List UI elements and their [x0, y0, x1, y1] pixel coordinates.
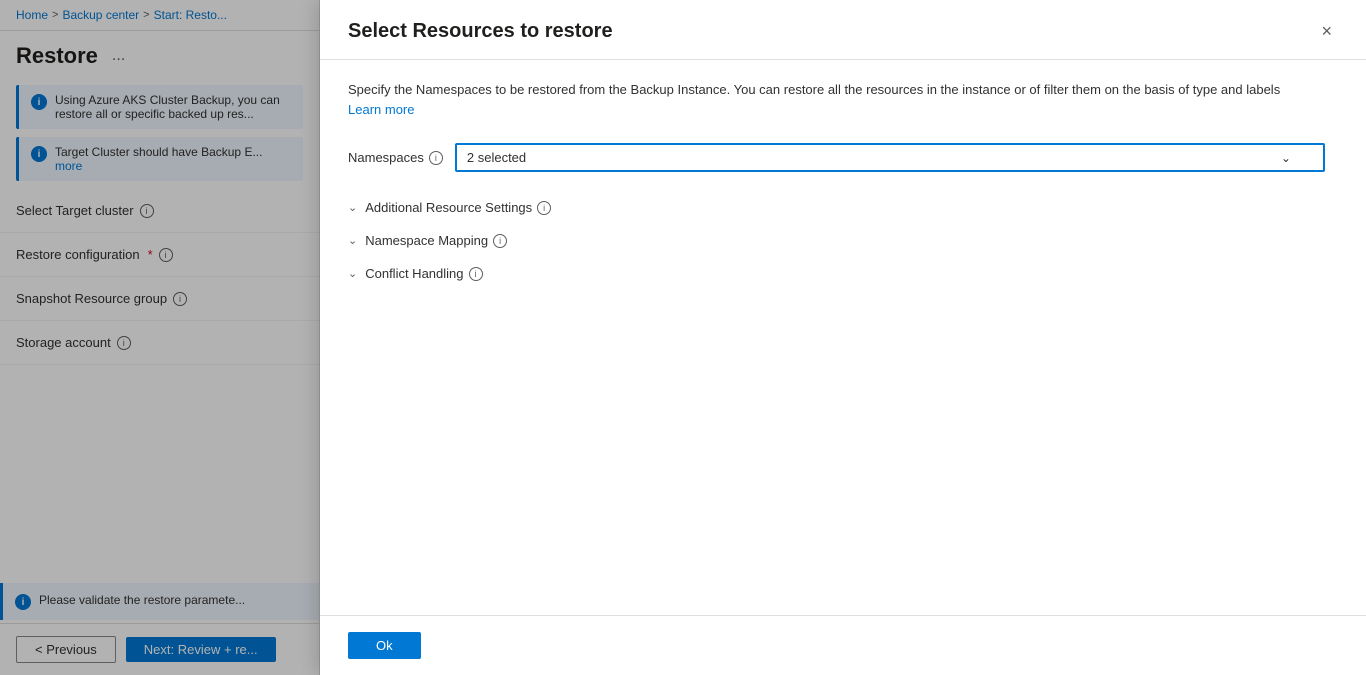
info-icon-additional-resources[interactable]: i [537, 201, 551, 215]
accordion-header-conflict-handling[interactable]: ⌄ Conflict Handling i [348, 258, 1338, 289]
chevron-down-icon-conflict: ⌄ [348, 267, 357, 280]
ok-button[interactable]: Ok [348, 632, 421, 659]
accordion-header-namespace-mapping[interactable]: ⌄ Namespace Mapping i [348, 225, 1338, 256]
modal-title: Select Resources to restore [348, 20, 613, 43]
namespaces-chevron-icon: ⌄ [1281, 151, 1291, 165]
info-icon-conflict-handling[interactable]: i [469, 267, 483, 281]
modal-body: Specify the Namespaces to be restored fr… [320, 60, 1366, 615]
namespaces-info-icon[interactable]: i [429, 151, 443, 165]
namespaces-value: 2 selected [467, 150, 526, 165]
accordion-label-namespace-mapping: Namespace Mapping i [365, 233, 507, 248]
modal-header: Select Resources to restore × [320, 0, 1366, 60]
modal-footer: Ok [320, 615, 1366, 675]
namespaces-dropdown[interactable]: 2 selected ⌄ [455, 143, 1325, 172]
accordion-additional-resources: ⌄ Additional Resource Settings i [348, 192, 1338, 223]
accordion-label-additional-resources: Additional Resource Settings i [365, 200, 551, 215]
accordion-header-additional-resources[interactable]: ⌄ Additional Resource Settings i [348, 192, 1338, 223]
chevron-down-icon-additional: ⌄ [348, 201, 357, 214]
namespaces-label: Namespaces i [348, 150, 443, 165]
accordion-label-conflict-handling: Conflict Handling i [365, 266, 482, 281]
accordion-container: ⌄ Additional Resource Settings i ⌄ Names… [348, 192, 1338, 289]
namespaces-form-row: Namespaces i 2 selected ⌄ [348, 143, 1338, 172]
info-icon-namespace-mapping[interactable]: i [493, 234, 507, 248]
accordion-namespace-mapping: ⌄ Namespace Mapping i [348, 225, 1338, 256]
modal-description: Specify the Namespaces to be restored fr… [348, 80, 1308, 119]
modal-panel: Select Resources to restore × Specify th… [320, 0, 1366, 675]
learn-more-link[interactable]: Learn more [348, 102, 414, 117]
chevron-down-icon-namespace: ⌄ [348, 234, 357, 247]
close-button[interactable]: × [1315, 20, 1338, 42]
accordion-conflict-handling: ⌄ Conflict Handling i [348, 258, 1338, 289]
